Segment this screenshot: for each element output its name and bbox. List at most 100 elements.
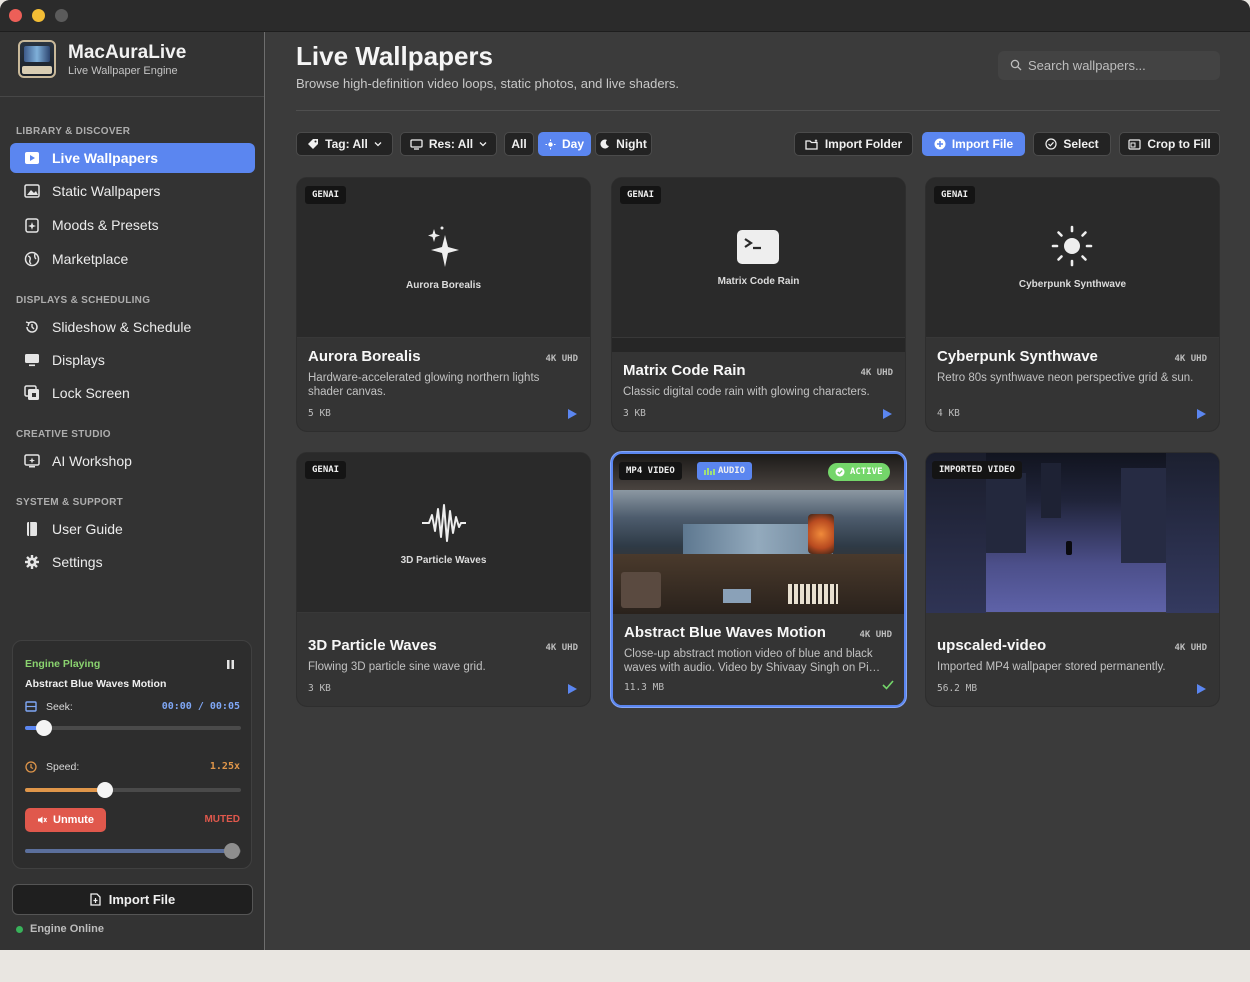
- sidebar-item-marketplace[interactable]: Marketplace: [10, 244, 255, 274]
- minimize-window-button[interactable]: [32, 9, 45, 22]
- card-info: Abstract Blue Waves Motion 4K UHD Close-…: [613, 614, 904, 705]
- card-title: Aurora Borealis: [308, 348, 421, 365]
- engine-player-panel: Engine Playing Abstract Blue Waves Motio…: [12, 640, 252, 869]
- play-rect-icon: [25, 152, 39, 164]
- card-badge: GENAI: [934, 186, 976, 204]
- engine-status: Engine Playing: [25, 658, 101, 670]
- seek-slider[interactable]: [25, 720, 241, 736]
- card-title: Abstract Blue Waves Motion: [624, 624, 826, 641]
- volume-slider[interactable]: [25, 843, 241, 859]
- play-icon[interactable]: [883, 409, 892, 419]
- wallpaper-card-particle-waves[interactable]: GENAI 3D Particle Waves 3D Particle Wave…: [296, 452, 591, 707]
- sidebar-item-user-guide[interactable]: User Guide: [10, 514, 255, 544]
- import-file-button[interactable]: Import File: [922, 132, 1025, 156]
- zoom-window-button[interactable]: [55, 9, 68, 22]
- clock-arrow-icon: [25, 321, 38, 333]
- speed-knob[interactable]: [96, 782, 113, 798]
- card-description: Classic digital code rain with glowing c…: [623, 386, 870, 398]
- card-size: 3 KB: [623, 408, 646, 419]
- card-size: 56.2 MB: [937, 683, 978, 694]
- select-button[interactable]: Select: [1033, 132, 1111, 156]
- active-badge: ACTIVE: [828, 463, 890, 481]
- wallpaper-card-aurora[interactable]: GENAI Aurora Borealis Aurora Borealis 4K…: [296, 177, 591, 432]
- online-dot-icon: [16, 925, 23, 933]
- card-info: Cyberpunk Synthwave 4K UHD Retro 80s syn…: [926, 338, 1219, 431]
- ai-monitor-icon: [24, 454, 40, 468]
- checkmark-icon: [882, 680, 894, 690]
- card-size: 3 KB: [308, 683, 331, 694]
- speed-fill: [25, 788, 105, 792]
- sidebar-item-slideshow[interactable]: Slideshow & Schedule: [10, 312, 255, 342]
- card-badge: MP4 VIDEO: [619, 462, 682, 480]
- chevron-down-icon: [374, 142, 382, 147]
- card-description: Retro 80s synthwave neon perspective gri…: [937, 372, 1194, 384]
- speed-value: 1.25x: [209, 761, 240, 772]
- card-badge: IMPORTED VIDEO: [932, 461, 1022, 479]
- muted-indicator: MUTED: [204, 814, 240, 825]
- time-filter-day[interactable]: Day: [538, 132, 591, 156]
- speed-icon: [25, 761, 37, 773]
- file-icon: [90, 893, 101, 906]
- sidebar-item-settings[interactable]: Settings: [10, 547, 255, 577]
- lock-screen-icon: [24, 385, 39, 400]
- sidebar-item-moods[interactable]: Moods & Presets: [10, 210, 255, 240]
- photo-icon: [24, 184, 40, 198]
- import-file-label: Import File: [951, 137, 1014, 151]
- gear-icon: [25, 555, 39, 569]
- app-window: MacAuraLive Live Wallpaper Engine LIBRAR…: [0, 0, 1250, 950]
- unmute-button[interactable]: Unmute: [25, 808, 106, 832]
- sidebar-item-ai-workshop[interactable]: AI Workshop: [10, 446, 255, 476]
- wallpaper-card-cyberpunk[interactable]: GENAI Cyberpunk Synthwave Cyberpunk Synt…: [925, 177, 1220, 432]
- tag-filter-dropdown[interactable]: Tag: All: [296, 132, 393, 156]
- sidebar-item-live-wallpapers[interactable]: Live Wallpapers: [10, 143, 255, 173]
- import-folder-button[interactable]: Import Folder: [794, 132, 913, 156]
- play-icon[interactable]: [1197, 409, 1206, 419]
- sidebar-item-static-wallpapers[interactable]: Static Wallpapers: [10, 176, 255, 206]
- engine-online-label: Engine Online: [30, 923, 104, 935]
- time-filter-night[interactable]: Night: [595, 132, 652, 156]
- card-info: Matrix Code Rain 4K UHD Classic digital …: [612, 352, 905, 431]
- main-content: Live Wallpapers Browse high-definition v…: [266, 32, 1250, 950]
- play-icon[interactable]: [568, 409, 577, 419]
- close-window-button[interactable]: [9, 9, 22, 22]
- card-size: 11.3 MB: [624, 682, 665, 693]
- card-preview: GENAI Cyberpunk Synthwave: [926, 178, 1219, 338]
- seek-time: 00:00 / 00:05: [161, 701, 240, 712]
- wallpaper-card-abstract-blue-waves[interactable]: MP4 VIDEO AUDIO ACTIVE Abstract Blue Wav…: [611, 452, 906, 707]
- wallpaper-card-matrix[interactable]: GENAI Matrix Code Rain Matrix Code Rain …: [611, 177, 906, 432]
- sidebar-divider: [0, 96, 264, 97]
- sidebar-item-lock-screen[interactable]: Lock Screen: [10, 378, 255, 408]
- sparkles-icon: [428, 226, 459, 267]
- audio-badge: AUDIO: [697, 462, 753, 480]
- sun-icon: [1051, 225, 1093, 267]
- search-input[interactable]: Search wallpapers...: [998, 51, 1220, 80]
- volume-knob[interactable]: [224, 843, 241, 859]
- sidebar-import-file-button[interactable]: Import File: [12, 884, 253, 915]
- card-resolution: 4K UHD: [1174, 354, 1207, 364]
- sidebar-item-displays[interactable]: Displays: [10, 345, 255, 375]
- card-info: upscaled-video 4K UHD Imported MP4 wallp…: [926, 613, 1219, 706]
- sidebar-item-label: Static Wallpapers: [52, 183, 161, 199]
- sidebar-item-label: Displays: [52, 352, 105, 368]
- sidebar-item-label: Marketplace: [52, 251, 129, 267]
- wallpaper-card-upscaled-video[interactable]: IMPORTED VIDEO upscaled-video 4K UHD Imp…: [925, 452, 1220, 707]
- pause-button[interactable]: [223, 658, 238, 671]
- monitor-icon: [410, 138, 423, 150]
- card-preview-image: IMPORTED VIDEO: [926, 453, 1219, 613]
- seek-knob[interactable]: [36, 720, 53, 736]
- card-resolution: 4K UHD: [545, 354, 578, 364]
- crop-to-fill-button[interactable]: Crop to Fill: [1119, 132, 1220, 156]
- resolution-filter-dropdown[interactable]: Res: All: [400, 132, 497, 156]
- sidebar-item-label: AI Workshop: [52, 453, 132, 469]
- play-icon[interactable]: [568, 684, 577, 694]
- speed-slider[interactable]: [25, 782, 241, 798]
- terminal-icon: [737, 230, 779, 264]
- card-title: Matrix Code Rain: [623, 362, 746, 379]
- now-playing-title: Abstract Blue Waves Motion: [25, 678, 167, 690]
- time-filter-all[interactable]: All: [504, 132, 534, 156]
- card-size: 5 KB: [308, 408, 331, 419]
- card-description: Imported MP4 wallpaper stored permanentl…: [937, 661, 1166, 673]
- card-badge: GENAI: [305, 186, 347, 204]
- play-icon[interactable]: [1197, 684, 1206, 694]
- title-bar: [0, 0, 1250, 32]
